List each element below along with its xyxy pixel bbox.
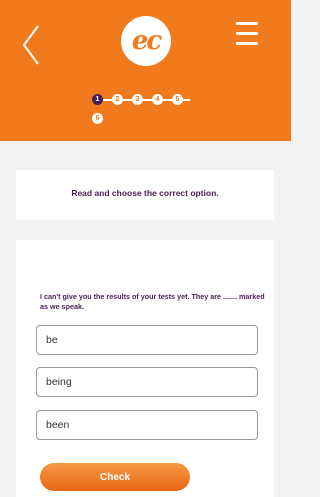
ec-logo: ec [121,16,171,66]
instruction-card: Read and choose the correct option. [16,170,274,220]
hamburger-menu-icon[interactable] [236,22,258,52]
step-1: 1 [92,94,103,105]
back-button[interactable] [18,20,48,70]
question-text: I can't give you the results of your tes… [40,292,265,311]
option-being[interactable]: being [36,367,258,397]
step-6: 6 [92,113,103,124]
step-3: 3 [132,94,143,105]
app-header: ec 1 2 3 4 5 6 [0,0,291,141]
progress-steps: 1 2 3 4 5 6 [92,94,212,130]
step-2: 2 [112,94,123,105]
chevron-left-icon [22,25,39,65]
option-be[interactable]: be [36,325,258,355]
instruction-text: Read and choose the correct option. [71,188,219,198]
check-button[interactable]: Check [40,463,190,491]
logo-text: ec [131,26,162,56]
step-4: 4 [152,94,163,105]
option-been[interactable]: been [36,410,258,440]
step-5: 5 [172,94,183,105]
